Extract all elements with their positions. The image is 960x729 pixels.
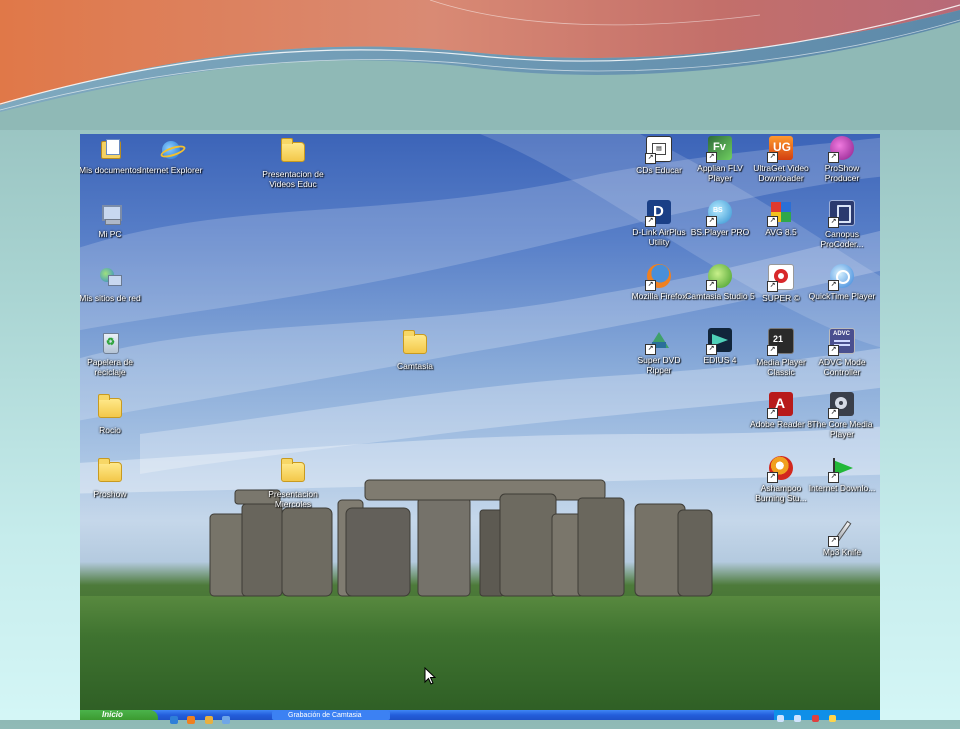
system-tray: [774, 710, 880, 722]
desktop-icon-quicktime[interactable]: ↗ QuickTime Player: [807, 264, 877, 328]
desktop-icon-camtasia-studio[interactable]: ↗ Camtasia Studio 5: [685, 264, 755, 328]
edius-icon: ↗: [706, 328, 732, 355]
firefox-icon: ↗: [645, 264, 671, 291]
desktop-icon-mi-pc[interactable]: Mi PC: [80, 202, 145, 266]
recycle-bin-icon: ♻: [98, 330, 122, 354]
internet-explorer-icon[interactable]: [170, 716, 178, 724]
desktop-icon-internet-explorer[interactable]: Internet Explorer: [136, 138, 206, 202]
flv-player-icon: Fv ↗: [706, 136, 732, 163]
slide-header-wave: [0, 0, 960, 130]
tray-app-icon[interactable]: [829, 715, 837, 722]
desktop-icon-internet-download[interactable]: ↗ Internet Downlo...: [807, 456, 877, 520]
desktop-icon-mp3-knife[interactable]: ↗ Mp3 Knife: [807, 520, 877, 584]
procoder-icon: ↗: [828, 200, 855, 228]
desktop-icon-rocio[interactable]: Rocio: [80, 394, 145, 458]
bsplayer-icon: BS ↗: [706, 200, 732, 227]
start-button[interactable]: Inicio: [80, 710, 158, 720]
avg-icon: ↗: [767, 200, 793, 227]
desktop-icon-cds-educar[interactable]: ▤ ↗ CDs Educar: [624, 136, 694, 200]
desktop-icon-media-player-classic[interactable]: 21 ↗ Media Player Classic: [746, 328, 816, 392]
show-desktop-icon[interactable]: [222, 716, 231, 724]
desktop-icon-advc-mode-controller[interactable]: ADVC ↗ ADVC Mode Controller: [807, 328, 877, 392]
desktop-icon-presentacion-videos[interactable]: Presentacion de Videos Educ: [257, 138, 329, 202]
desktop-area[interactable]: Mis documentos Internet Explorer Present…: [80, 134, 880, 720]
desktop-icon-presentacion-miercoles[interactable]: Presentacion Miercoles: [258, 458, 328, 522]
dvd-ripper-icon: ↗: [645, 328, 671, 355]
grass-field: [80, 596, 880, 711]
taskbar-task-camtasia[interactable]: Grabación de Camtasia: [272, 711, 390, 720]
media-player-classic-icon: 21 ↗: [767, 328, 794, 356]
dlink-icon: D ↗: [645, 200, 671, 227]
adobe-reader-icon: A ↗: [767, 392, 793, 419]
desktop-icon-mis-sitios-de-red[interactable]: Mis sitios de red: [80, 266, 145, 330]
ashampoo-icon: 8 ↗: [767, 456, 793, 483]
mp3-knife-icon: ↗: [828, 520, 854, 547]
task-label: Grabación de Camtasia: [288, 712, 362, 719]
my-computer-icon: [98, 202, 122, 226]
desktop-icon-bsplayer[interactable]: BS ↗ BS.Player PRO: [685, 200, 755, 264]
taskbar: Inicio Grabación de Camtasia: [80, 710, 880, 724]
super-icon: ↗: [767, 264, 794, 292]
core-media-player-icon: ↗: [828, 392, 854, 419]
ultraget-icon: UG ↗: [767, 136, 793, 163]
camtasia-studio-icon: ↗: [706, 264, 732, 291]
desktop-icon-canopus-procoder[interactable]: ↗ Canopus ProCoder...: [807, 200, 877, 264]
tray-volume-icon[interactable]: [794, 715, 802, 722]
desktop-icon-proshow-folder[interactable]: Proshow: [80, 458, 145, 522]
advc-icon: ADVC ↗: [828, 328, 855, 356]
start-label: Inicio: [102, 710, 123, 719]
firefox-icon[interactable]: [187, 716, 196, 724]
desktop-icon-edius[interactable]: ↗ EDIUS 4: [685, 328, 755, 392]
folder-icon: [98, 394, 122, 422]
cds-educar-icon: ▤ ↗: [645, 136, 672, 164]
proshow-producer-icon: ↗: [828, 136, 854, 163]
desktop-icon-ultraget[interactable]: UG ↗ UltraGet Video Downloader: [746, 136, 816, 200]
desktop-icon-proshow-producer[interactable]: ↗ ProShow Producer: [807, 136, 877, 200]
folder-icon: [281, 138, 305, 166]
folder-icon: [403, 330, 427, 358]
desktop-icon-super-dvd-ripper[interactable]: ↗ Super DVD Ripper: [624, 328, 694, 392]
desktop-icon-firefox[interactable]: ↗ Mozilla Firefox: [624, 264, 694, 328]
desktop-icon-core-media-player[interactable]: ↗ The Core Media Player: [807, 392, 877, 456]
mouse-cursor-icon: [424, 667, 436, 685]
network-places-icon: [98, 266, 122, 290]
internet-download-icon: ↗: [828, 456, 854, 483]
desktop-icon-applian-flv[interactable]: Fv ↗ Applian FLV Player: [685, 136, 755, 200]
desktop-icon-papelera[interactable]: ♻ Papelera de reciclaje: [80, 330, 145, 394]
internet-explorer-icon: [159, 138, 187, 162]
tray-antivirus-icon[interactable]: [811, 715, 819, 722]
tray-network-icon[interactable]: [777, 715, 784, 722]
desktop-icon-camtasia-folder[interactable]: Camtasia: [380, 330, 450, 394]
desktop-icon-avg[interactable]: ↗ AVG 8.5: [746, 200, 816, 264]
desktop-icon-adobe-reader[interactable]: A ↗ Adobe Reader 8: [746, 392, 816, 456]
desktop-icon-ashampoo[interactable]: 8 ↗ Ashampoo Burning Stu...: [746, 456, 816, 520]
quicktime-icon: ↗: [828, 264, 854, 291]
folder-icon: [281, 458, 305, 486]
quick-launch-bar: [170, 711, 235, 724]
desktop-icon-dlink-airplus[interactable]: D ↗ D-Link AirPlus Utility: [624, 200, 694, 264]
desktop-icon-super[interactable]: ↗ SUPER ©: [746, 264, 816, 328]
my-documents-icon: [98, 138, 122, 162]
folder-icon: [98, 458, 122, 486]
media-player-icon[interactable]: [204, 716, 213, 724]
